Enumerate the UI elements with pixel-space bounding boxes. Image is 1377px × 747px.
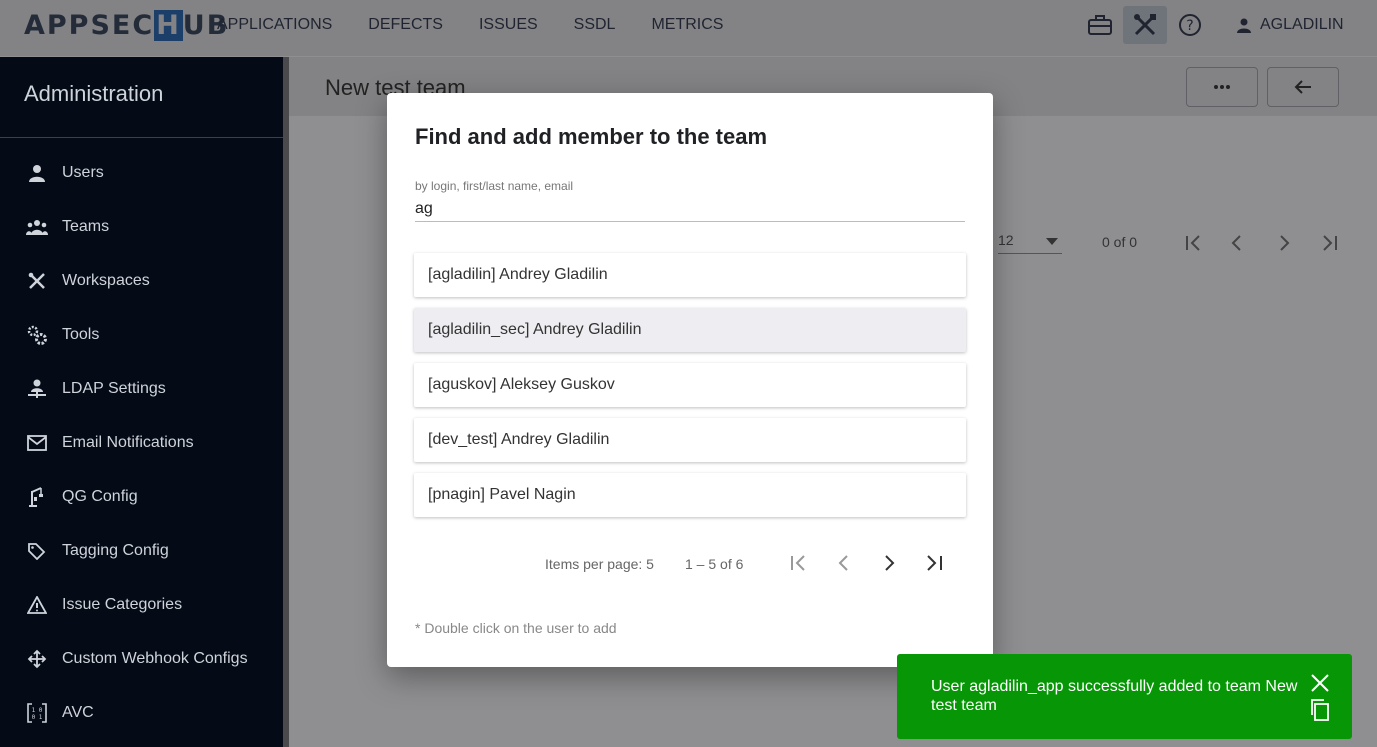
sidebar-item-users[interactable]: Users (0, 153, 283, 193)
sidebar-item-label: Workspaces (62, 272, 150, 289)
mail-icon (26, 432, 48, 454)
admin-sidebar: Administration Users Teams Workspaces To… (0, 57, 283, 747)
page-range: 1 – 5 of 6 (685, 556, 744, 572)
sidebar-item-qg-config[interactable]: QG Config (0, 477, 283, 517)
sidebar-item-email-notifications[interactable]: Email Notifications (0, 423, 283, 463)
sidebar-item-label: LDAP Settings (62, 380, 166, 397)
sidebar-divider (0, 137, 283, 138)
gears-icon (26, 324, 48, 346)
first-page-icon[interactable] (1184, 234, 1204, 252)
next-page-icon[interactable] (1277, 234, 1291, 252)
sidebar-item-label: Email Notifications (62, 434, 194, 451)
page-range: 0 of 0 (1102, 234, 1138, 250)
next-page-button[interactable] (874, 548, 904, 578)
nav-metrics[interactable]: METRICS (651, 16, 723, 34)
copy-icon[interactable] (1309, 698, 1331, 722)
sidebar-item-label: AVC (62, 704, 94, 721)
dialog-title: Find and add member to the team (415, 124, 768, 149)
prev-page-icon (838, 555, 848, 571)
nav-issues[interactable]: ISSUES (479, 16, 538, 34)
sidebar-item-label: QG Config (62, 488, 138, 505)
main-nav: APPLICATIONS DEFECTS ISSUES SSDL METRICS (217, 16, 723, 34)
tools-icon (26, 270, 48, 292)
back-button[interactable] (1267, 67, 1339, 107)
snackbar-message: User agladilin_app successfully added to… (931, 678, 1298, 714)
sidebar-item-label: Users (62, 164, 104, 181)
sidebar-item-issue-categories[interactable]: Issue Categories (0, 585, 283, 625)
person-icon (26, 162, 48, 184)
binary-icon: 1 00 1 (26, 702, 48, 724)
user-menu[interactable]: AGLADILIN (1236, 16, 1344, 34)
list-item[interactable]: [aguskov] Aleksey Guskov (414, 363, 966, 407)
sidebar-item-label: Tagging Config (62, 542, 169, 559)
nav-defects[interactable]: DEFECTS (368, 16, 443, 34)
group-icon (26, 216, 48, 238)
list-item[interactable]: [agladilin] Andrey Gladilin (414, 253, 966, 297)
chevron-down-icon (1046, 238, 1058, 245)
nav-ssdl[interactable]: SSDL (574, 16, 616, 34)
last-page-icon[interactable] (1319, 234, 1339, 252)
first-page-icon (791, 555, 805, 571)
close-icon[interactable] (1309, 672, 1331, 694)
svg-text:?: ? (1186, 18, 1193, 34)
app-logo[interactable]: APPSECHUB (24, 10, 229, 41)
sidebar-item-label: Tools (62, 326, 100, 343)
first-page-button[interactable] (784, 548, 814, 578)
top-navbar: APPSECHUB APPLICATIONS DEFECTS ISSUES SS… (0, 0, 1377, 56)
sidebar-item-workspaces[interactable]: Workspaces (0, 261, 283, 301)
sidebar-item-custom-webhook-configs[interactable]: Custom Webhook Configs (0, 639, 283, 679)
next-page-icon (885, 555, 895, 571)
sidebar-item-teams[interactable]: Teams (0, 207, 283, 247)
list-item[interactable]: [agladilin_sec] Andrey Gladilin (414, 308, 966, 352)
member-search-input[interactable] (415, 196, 965, 222)
page-size-select[interactable]: 12 (998, 232, 1062, 254)
search-field-label: by login, first/last name, email (415, 179, 574, 193)
nav-applications[interactable]: APPLICATIONS (217, 16, 332, 34)
warning-icon (26, 594, 48, 616)
add-member-dialog: Find and add member to the team by login… (387, 93, 993, 667)
sidebar-item-tagging-config[interactable]: Tagging Config (0, 531, 283, 571)
last-page-icon (927, 555, 942, 571)
last-page-button[interactable] (919, 548, 949, 578)
list-item[interactable]: [dev_test] Andrey Gladilin (414, 418, 966, 462)
sidebar-item-label: Teams (62, 218, 110, 235)
more-horiz-icon (1214, 85, 1230, 89)
dialog-hint: * Double click on the user to add (415, 620, 617, 636)
tags-icon (26, 540, 48, 562)
person-icon (1237, 18, 1251, 33)
ldap-person-icon (26, 378, 48, 400)
webhook-icon (26, 648, 48, 670)
search-results-list: [agladilin] Andrey Gladilin [agladilin_s… (414, 253, 966, 528)
user-name: AGLADILIN (1260, 16, 1344, 33)
sidebar-item-label: Custom Webhook Configs (62, 650, 248, 667)
sidebar-item-ldap-settings[interactable]: LDAP Settings (0, 369, 283, 409)
sidebar-item-label: Issue Categories (62, 596, 183, 613)
items-per-page: Items per page: 5 (545, 556, 654, 572)
prev-page-icon[interactable] (1230, 234, 1244, 252)
tools-icon[interactable] (1123, 6, 1167, 44)
items-per-page-value[interactable]: 5 (646, 556, 654, 572)
svg-text:1 0: 1 0 (32, 707, 43, 714)
help-icon[interactable]: ? (1168, 6, 1212, 44)
more-button[interactable] (1186, 67, 1258, 107)
sidebar-title: Administration (24, 81, 164, 106)
sidebar-item-tools[interactable]: Tools (0, 315, 283, 355)
list-item[interactable]: [pnagin] Pavel Nagin (414, 473, 966, 517)
success-snackbar: User agladilin_app successfully added to… (897, 654, 1352, 739)
sidebar-item-avc[interactable]: 1 00 1 AVC (0, 693, 283, 733)
briefcase-icon[interactable] (1078, 6, 1122, 44)
dialog-paginator: Items per page: 5 1 – 5 of 6 (387, 548, 993, 578)
crane-icon (26, 486, 48, 508)
arrow-left-icon (1294, 80, 1311, 94)
svg-text:0 1: 0 1 (32, 714, 43, 721)
prev-page-button[interactable] (829, 548, 859, 578)
